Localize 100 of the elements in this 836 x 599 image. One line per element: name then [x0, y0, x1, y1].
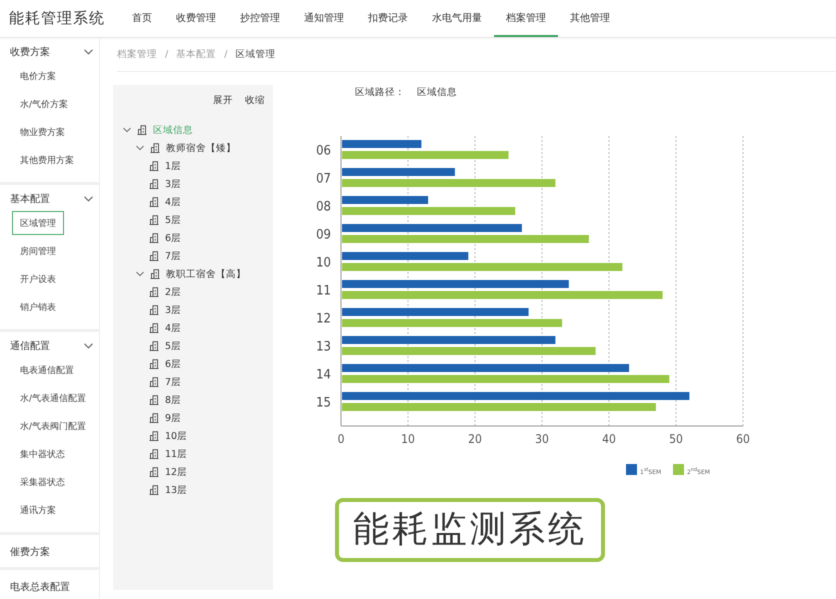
breadcrumb-separator: / [165, 49, 168, 60]
category-label: 13 [316, 340, 331, 354]
building-icon [149, 287, 159, 297]
axis-tick-label: 60 [736, 432, 750, 446]
nav-tab[interactable]: 通知管理 [292, 0, 356, 37]
breadcrumb-current: 区域管理 [235, 48, 276, 61]
sidebar-item[interactable]: 区域管理 [12, 211, 64, 235]
sidebar-item[interactable]: 水/气价方案 [12, 92, 76, 116]
axis-tick-label: 10 [401, 432, 415, 446]
axis-tick-label: 40 [602, 432, 616, 446]
sidebar-item[interactable]: 电表通信配置 [12, 358, 82, 382]
sidebar-group[interactable]: 收费方案 [0, 42, 99, 62]
nav-tab[interactable]: 其他管理 [558, 0, 622, 37]
building-icon [150, 269, 160, 279]
axis-tick-label: 30 [535, 432, 549, 446]
sidebar-item[interactable]: 物业费方案 [12, 120, 73, 144]
building-icon [149, 395, 159, 405]
sidebar-item[interactable]: 其他费用方案 [12, 148, 82, 172]
tree-node[interactable]: 12层 [165, 466, 188, 478]
building-icon [150, 143, 160, 153]
building-icon [149, 431, 159, 441]
tree-node[interactable]: 3层 [165, 178, 182, 190]
tree-toggle-icon[interactable] [123, 127, 131, 133]
tree-node[interactable]: 6层 [165, 232, 182, 244]
tree-node[interactable]: 5层 [165, 340, 182, 352]
tree-node[interactable]: 4层 [165, 322, 182, 334]
category-label: 11 [316, 284, 331, 298]
building-icon [149, 323, 159, 333]
tree-node[interactable]: 教职工宿舍【高】 [166, 268, 246, 280]
building-icon [149, 341, 159, 351]
building-icon [149, 305, 159, 315]
sidebar-group[interactable]: 基本配置 [0, 189, 99, 209]
building-icon [149, 215, 159, 225]
tree-node[interactable]: 13层 [165, 484, 188, 496]
tree-node[interactable]: 9层 [165, 412, 182, 424]
building-icon [149, 485, 159, 495]
category-label: 09 [316, 228, 331, 242]
breadcrumb-separator: / [224, 49, 228, 60]
tree-node[interactable]: 4层 [165, 196, 182, 208]
axis-tick-label: 50 [669, 432, 683, 446]
tree-node[interactable]: 1层 [165, 160, 182, 172]
building-icon [149, 413, 159, 423]
chevron-down-icon [84, 49, 93, 55]
building-icon [149, 179, 159, 189]
tree-toggle-icon[interactable] [136, 271, 144, 277]
tree-node[interactable]: 11层 [165, 448, 188, 460]
path-label: 区域路径： [355, 86, 405, 100]
building-icon [149, 197, 159, 207]
chevron-down-icon [84, 196, 93, 202]
building-icon [149, 161, 159, 171]
sidebar-link[interactable]: 催费方案 [0, 539, 99, 565]
building-icon [149, 251, 159, 261]
category-label: 15 [316, 396, 331, 410]
sidebar-item[interactable]: 电价方案 [12, 64, 64, 88]
nav-tab[interactable]: 收费管理 [164, 0, 228, 37]
sidebar-item[interactable]: 通讯方案 [12, 498, 64, 522]
tree-action-button[interactable]: 展开 [213, 91, 233, 109]
tree-node[interactable]: 5层 [165, 214, 182, 226]
tree-action-button[interactable]: 收缩 [245, 91, 265, 109]
sidebar-item[interactable]: 开户设表 [12, 267, 64, 291]
category-label: 14 [316, 368, 331, 382]
building-icon [149, 467, 159, 477]
sidebar-item[interactable]: 采集器状态 [12, 470, 73, 494]
building-icon [149, 359, 159, 369]
category-label: 07 [316, 172, 331, 186]
category-label: 06 [316, 144, 331, 158]
sidebar-item[interactable]: 房间管理 [12, 239, 64, 263]
app-title: 能耗管理系统 [9, 9, 106, 28]
tree-node[interactable]: 7层 [165, 376, 182, 388]
building-icon [149, 233, 159, 243]
building-icon [149, 449, 159, 459]
sidebar-item[interactable]: 销户销表 [12, 295, 64, 319]
tree-toggle-icon[interactable] [136, 145, 144, 151]
sidebar-group[interactable]: 通信配置 [0, 336, 99, 356]
path-value: 区域信息 [417, 86, 457, 100]
axis-tick-label: 20 [468, 432, 482, 446]
building-icon [137, 125, 147, 135]
nav-tab[interactable]: 扣费记录 [356, 0, 420, 37]
sidebar-link[interactable]: 电表总表配置 [0, 574, 99, 599]
category-label: 08 [316, 200, 331, 214]
tree-node[interactable]: 7层 [165, 250, 182, 262]
tree-node[interactable]: 6层 [165, 358, 182, 370]
chevron-down-icon [84, 343, 93, 349]
nav-tab[interactable]: 水电气用量 [420, 0, 494, 37]
tree-node[interactable]: 2层 [165, 286, 182, 298]
axis-tick-label: 0 [338, 432, 344, 446]
caption-banner: 能耗监测系统 [335, 498, 605, 562]
sidebar-item[interactable]: 水/气表通信配置 [12, 386, 94, 410]
sidebar-item[interactable]: 集中器状态 [12, 442, 73, 466]
category-label: 12 [316, 312, 331, 326]
nav-tab[interactable]: 档案管理 [494, 0, 558, 37]
tree-node[interactable]: 8层 [165, 394, 182, 406]
nav-tab[interactable]: 首页 [120, 0, 164, 37]
building-icon [149, 377, 159, 387]
tree-node[interactable]: 教师宿舍【矮】 [166, 142, 236, 154]
category-label: 10 [316, 256, 331, 270]
sidebar-item[interactable]: 水/气表阀门配置 [12, 414, 94, 438]
tree-node[interactable]: 3层 [165, 304, 182, 316]
tree-node[interactable]: 10层 [165, 430, 188, 442]
nav-tab[interactable]: 抄控管理 [228, 0, 292, 37]
